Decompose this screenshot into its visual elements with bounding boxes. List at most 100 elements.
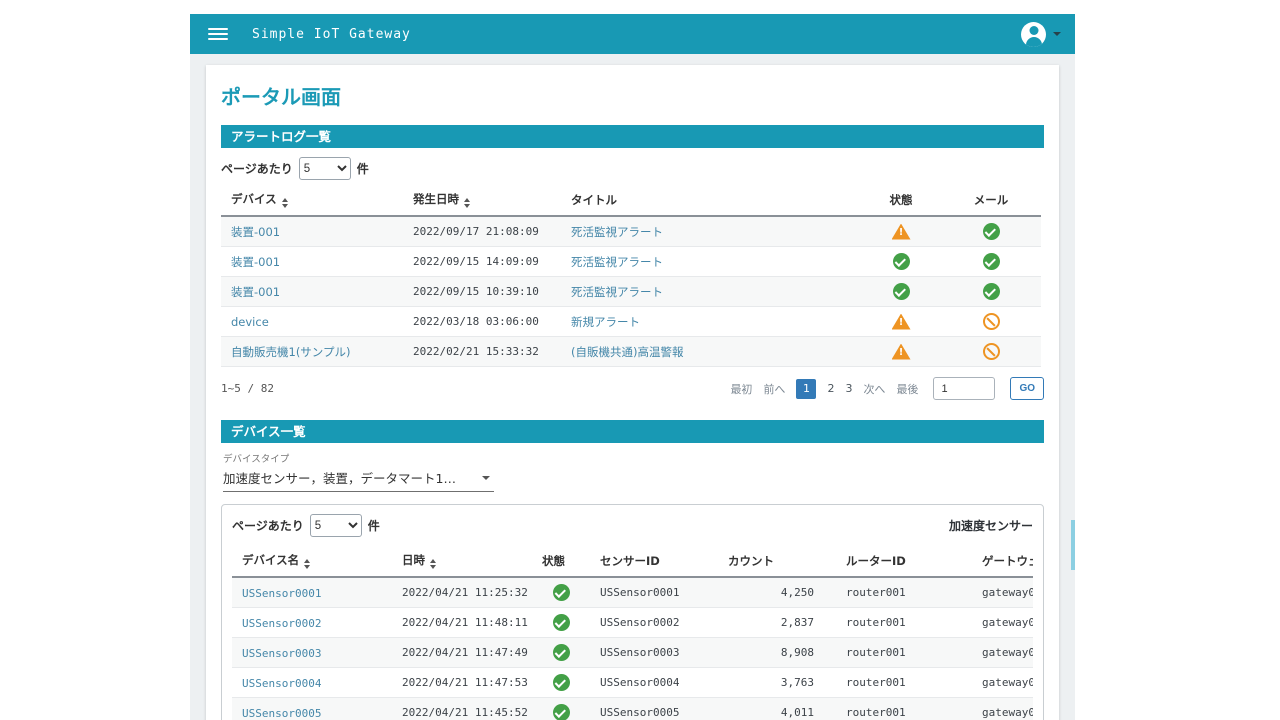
device-datetime: 2022/04/21 11:45:52 [402,706,528,719]
device-name-link[interactable]: USSensor0003 [242,647,321,660]
alert-table-row: device 2022/03/18 03:06:00 新規アラート [221,307,1041,337]
alert-device-link[interactable]: device [231,315,269,329]
device-router-id: router001 [846,706,906,719]
app-title: Simple IoT Gateway [252,26,411,42]
device-type-select[interactable]: 加速度センサー，装置，データマート1… [223,465,494,492]
alert-device-link[interactable]: 装置-001 [231,285,280,299]
device-col-count: カウント [728,553,774,568]
pager-page-1-active[interactable]: 1 [796,378,817,399]
alert-device-link[interactable]: 装置-001 [231,225,280,239]
warning-triangle-icon [891,223,911,240]
device-count: 8,908 [780,646,814,659]
device-sensor-id: USSensor0004 [600,676,680,689]
alert-table: デバイス 発生日時 タイトル 状態 メール 装置-001 2022/09/17 … [221,182,1041,367]
sort-arrows-icon [464,198,470,208]
chevron-down-icon [1053,32,1061,36]
alert-title-link[interactable]: 死活監視アラート [571,285,663,299]
device-router-id: router001 [846,586,906,599]
ban-icon [982,343,1000,360]
device-count: 2,837 [780,616,814,629]
check-circle-icon [552,584,570,601]
device-router-id: router001 [846,676,906,689]
device-sensor-id: USSensor0001 [600,586,680,599]
chevron-down-icon [481,475,490,480]
device-col-sensor-id: センサーID [600,553,660,568]
pager-last[interactable]: 最後 [896,381,918,397]
check-circle-icon [982,283,1000,300]
device-name-link[interactable]: USSensor0002 [242,617,321,630]
alert-section-header: アラートログ一覧 [221,125,1044,148]
perpage-label: ページあたり [221,162,293,176]
pager-goto-input[interactable] [933,377,996,400]
device-section-header: デバイス一覧 [221,420,1044,443]
alert-table-header-row: デバイス 発生日時 タイトル 状態 メール [221,182,1041,216]
alert-pagination: 1~5 / 82 最初 前へ 1 2 3 次へ 最後 GO [221,377,1044,400]
alert-perpage-row: ページあたり 5 件 [221,157,1044,180]
device-name-link[interactable]: USSensor0005 [242,707,321,720]
alert-datetime: 2022/02/21 15:33:32 [413,345,539,358]
device-col-status: 状態 [542,553,565,568]
device-gateway-id: gateway001 [982,616,1033,629]
sort-arrows-icon [430,559,436,569]
device-col-router-id: ルーターID [846,553,906,568]
perpage-suffix: 件 [356,162,369,176]
device-table: デバイス名 日時 状態 センサーID カウント ルーターID ゲートウェイID [232,543,1033,720]
app-window: Simple IoT Gateway ポータル画面 アラートログ一覧 ページあた… [190,14,1075,720]
device-name-link[interactable]: USSensor0001 [242,587,321,600]
alert-title-link[interactable]: (自販機共通)高温警報 [571,345,683,359]
device-table-row: USSensor0001 2022/04/21 11:25:32 USSenso… [232,577,1033,608]
device-type-value: 加速度センサー，装置，データマート1… [223,471,456,486]
alert-datetime: 2022/09/17 21:08:09 [413,225,539,238]
device-gateway-id: gateway001 [982,646,1033,659]
device-table-row: USSensor0005 2022/04/21 11:45:52 USSenso… [232,697,1033,720]
alert-col-datetime[interactable]: 発生日時 [403,182,561,216]
alert-datetime: 2022/09/15 14:09:09 [413,255,539,268]
user-menu[interactable] [1021,21,1061,47]
pager-first[interactable]: 最初 [730,381,752,397]
alert-col-device[interactable]: デバイス [221,182,403,216]
alert-perpage-select[interactable]: 5 [298,157,351,180]
device-count: 3,763 [780,676,814,689]
pager-page-3[interactable]: 3 [845,382,852,395]
alert-title-link[interactable]: 新規アラート [571,315,640,329]
alert-datetime: 2022/09/15 10:39:10 [413,285,539,298]
menu-hamburger-icon[interactable] [208,28,228,40]
device-gateway-id: gateway001 [982,586,1033,599]
user-avatar-icon[interactable] [1021,21,1046,47]
perpage-label: ページあたり [232,519,304,533]
device-count: 4,011 [780,706,814,719]
alert-device-link[interactable]: 自動販売機1(サンプル) [231,345,350,359]
alert-title-link[interactable]: 死活監視アラート [571,225,663,239]
alert-table-row: 装置-001 2022/09/17 21:08:09 死活監視アラート [221,216,1041,247]
check-circle-icon [982,223,1000,240]
alert-device-link[interactable]: 装置-001 [231,255,280,269]
device-table-row: USSensor0002 2022/04/21 11:48:11 USSenso… [232,608,1033,638]
alert-col-mail: メール [973,192,1009,207]
pager-prev[interactable]: 前へ [763,381,785,397]
device-col-name[interactable]: デバイス名 [232,543,392,577]
device-sensor-id: USSensor0002 [600,616,680,629]
sort-arrows-icon [281,198,288,208]
top-navbar: Simple IoT Gateway [190,14,1075,54]
pager-page-2[interactable]: 2 [827,382,834,395]
alert-title-link[interactable]: 死活監視アラート [571,255,663,269]
check-circle-icon [552,614,570,631]
device-datetime: 2022/04/21 11:47:53 [402,676,528,689]
device-sensor-id: USSensor0003 [600,646,680,659]
device-datetime: 2022/04/21 11:25:32 [402,586,528,599]
device-table-row: USSensor0003 2022/04/21 11:47:49 USSenso… [232,637,1033,668]
device-sensor-id: USSensor0005 [600,706,680,719]
device-count: 4,250 [780,586,814,599]
device-datetime: 2022/04/21 11:48:11 [402,616,528,629]
device-gateway-id: gateway001 [982,706,1033,719]
page-scrollbar-thumb[interactable] [1071,520,1075,570]
device-type-badge: 加速度センサー [948,519,1033,533]
pager-go-button[interactable]: GO [1010,377,1044,400]
warning-triangle-icon [891,313,911,330]
pager-next[interactable]: 次へ [863,381,885,397]
check-circle-icon [892,253,910,270]
device-name-link[interactable]: USSensor0004 [242,677,321,690]
device-perpage-select[interactable]: 5 [309,514,362,537]
alert-col-status: 状態 [889,192,913,207]
device-col-datetime[interactable]: 日時 [392,543,532,577]
